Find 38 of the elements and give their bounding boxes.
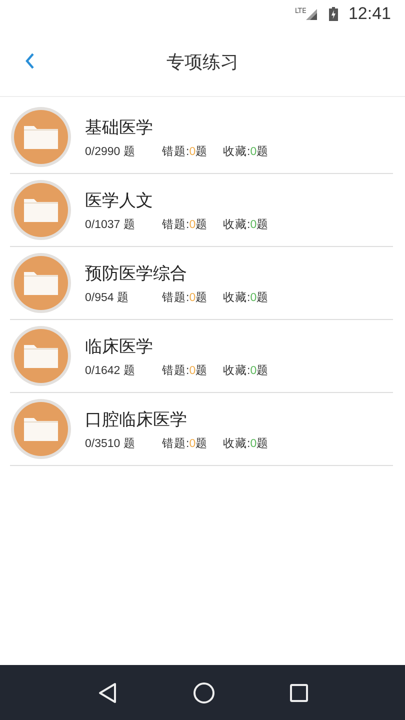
subject-title: 医学人文 — [85, 190, 154, 212]
wrong-count: 错题:0题 — [162, 290, 209, 304]
progress-count: 0/1642 题 — [85, 364, 136, 378]
favorite-count: 收藏:0题 — [223, 436, 269, 450]
progress-count: 0/2990 题 — [85, 144, 136, 158]
signal-icon — [306, 8, 318, 20]
subject-item[interactable]: 临床医学 0/1642 题 错题:0题 收藏:0题 — [10, 320, 393, 393]
back-nav-icon[interactable] — [98, 682, 118, 704]
folder-icon — [10, 398, 72, 460]
subject-item[interactable]: 基础医学 0/2990 题 错题:0题 收藏:0题 — [10, 101, 393, 174]
back-icon[interactable] — [24, 52, 36, 70]
folder-icon — [10, 252, 72, 314]
favorite-count: 收藏:0题 — [223, 218, 269, 232]
subject-title: 临床医学 — [85, 336, 154, 358]
subject-title: 预防医学综合 — [85, 262, 188, 284]
favorite-count: 收藏:0题 — [223, 144, 269, 158]
clock-time: 12:41 — [348, 4, 391, 24]
wrong-count: 错题:0题 — [162, 364, 209, 378]
wrong-count: 错题:0题 — [162, 436, 209, 450]
favorite-count: 收藏:0题 — [223, 364, 269, 378]
page-title: 专项练习 — [166, 51, 238, 74]
subject-item[interactable]: 医学人文 0/1037 题 错题:0题 收藏:0题 — [10, 174, 393, 247]
folder-icon — [10, 179, 72, 241]
wrong-count: 错题:0题 — [162, 218, 209, 232]
recents-nav-icon[interactable] — [290, 684, 308, 702]
wrong-count: 错题:0题 — [162, 144, 209, 158]
subject-item[interactable]: 预防医学综合 0/954 题 错题:0题 收藏:0题 — [10, 247, 393, 320]
progress-count: 0/3510 题 — [85, 436, 136, 450]
subject-title: 口腔临床医学 — [85, 408, 188, 430]
folder-icon — [10, 106, 72, 168]
home-nav-icon[interactable] — [192, 682, 214, 704]
battery-charging-icon — [329, 7, 338, 21]
progress-count: 0/954 题 — [85, 290, 130, 304]
favorite-count: 收藏:0题 — [223, 290, 269, 304]
subject-item[interactable]: 口腔临床医学 0/3510 题 错题:0题 收藏:0题 — [10, 393, 393, 466]
progress-count: 0/1037 题 — [85, 218, 136, 232]
subject-title: 基础医学 — [85, 116, 154, 138]
folder-icon — [10, 325, 72, 387]
